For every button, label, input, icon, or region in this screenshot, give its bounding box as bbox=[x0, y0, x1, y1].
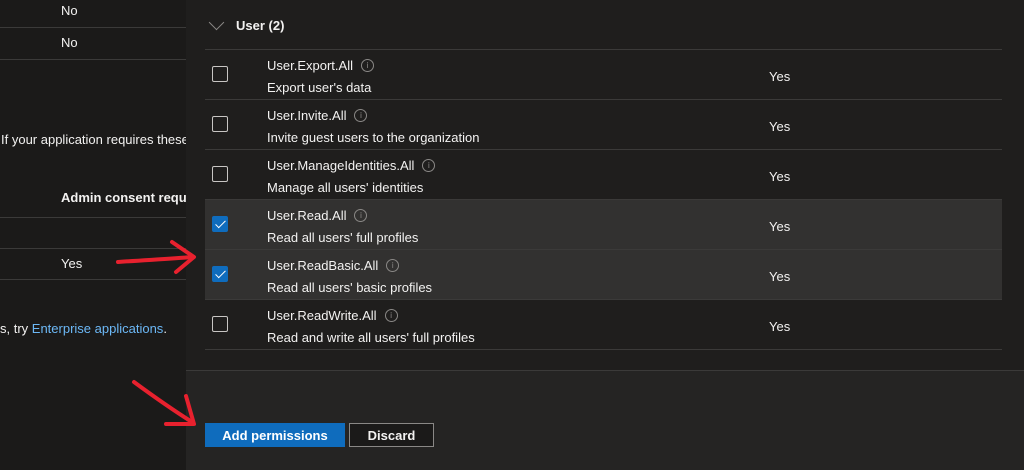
permission-row-user-invite-all[interactable]: User.Invite.All i Invite guest users to t… bbox=[205, 100, 1002, 150]
info-icon[interactable]: i bbox=[422, 159, 436, 172]
checkbox-user-manageidentities-all[interactable] bbox=[212, 166, 228, 182]
permission-description: Read all users' basic profiles bbox=[267, 280, 433, 295]
background-table-row: No bbox=[0, 28, 186, 60]
requires-description-text: If your application requires these bbox=[1, 132, 186, 147]
permission-row-user-manageidentities-all[interactable]: User.ManageIdentities.All i Manage all us… bbox=[205, 150, 1002, 200]
info-icon[interactable]: i bbox=[386, 259, 400, 272]
permissions-list-area: User (2) User.Export.All i Export user's … bbox=[186, 0, 1024, 371]
permission-row-user-export-all[interactable]: User.Export.All i Export user's data Yes bbox=[205, 50, 1002, 100]
checkbox-user-export-all[interactable] bbox=[212, 66, 228, 82]
background-table-row: No bbox=[0, 0, 186, 28]
admin-consent-value: Yes bbox=[769, 219, 791, 234]
chevron-down-icon[interactable] bbox=[208, 14, 225, 30]
checkbox-user-invite-all[interactable] bbox=[212, 116, 228, 132]
permission-name-text: User.ReadBasic.All bbox=[267, 258, 379, 273]
permission-name-text: User.ManageIdentities.All bbox=[267, 158, 415, 173]
permission-description: Invite guest users to the organization bbox=[267, 130, 480, 145]
admin-consent-value: Yes bbox=[769, 269, 791, 284]
user-group-header[interactable]: User (2) bbox=[208, 12, 285, 38]
permission-name-text: User.ReadWrite.All bbox=[267, 308, 377, 323]
permission-name: User.Invite.All i bbox=[267, 108, 368, 123]
add-permissions-button[interactable]: Add permissions bbox=[205, 423, 345, 447]
permission-description: Read all users' full profiles bbox=[267, 230, 419, 245]
permission-row-user-readbasic-all[interactable]: User.ReadBasic.All i Read all users' basi… bbox=[205, 250, 1002, 300]
info-icon[interactable]: i bbox=[354, 109, 368, 122]
group-label: User (2) bbox=[236, 17, 285, 33]
row-value: No bbox=[61, 35, 78, 50]
checkbox-user-read-all[interactable] bbox=[212, 216, 228, 232]
try-text: s, try bbox=[0, 321, 32, 336]
row-value: No bbox=[61, 3, 78, 18]
permission-name-text: User.Invite.All bbox=[267, 108, 347, 123]
checkbox-user-readwrite-all[interactable] bbox=[212, 316, 228, 332]
permission-description: Manage all users' identities bbox=[267, 180, 424, 195]
info-icon[interactable]: i bbox=[360, 59, 374, 72]
admin-consent-value: Yes bbox=[769, 319, 791, 334]
permission-name: User.ManageIdentities.All i bbox=[267, 158, 436, 173]
annotation-arrow-icon bbox=[132, 380, 196, 426]
enterprise-apps-hint: s, try Enterprise applications. bbox=[0, 321, 167, 336]
background-table-header-row bbox=[0, 186, 186, 218]
info-icon[interactable]: i bbox=[354, 209, 368, 222]
info-icon[interactable]: i bbox=[384, 309, 398, 322]
permission-name-text: User.Read.All bbox=[267, 208, 347, 223]
permission-name-text: User.Export.All bbox=[267, 58, 353, 73]
request-permissions-panel: User (2) User.Export.All i Export user's … bbox=[186, 0, 1024, 470]
permission-description: Read and write all users' full profiles bbox=[267, 330, 475, 345]
discard-button[interactable]: Discard bbox=[349, 423, 434, 447]
enterprise-applications-link[interactable]: Enterprise applications bbox=[32, 321, 164, 336]
period-text: . bbox=[163, 321, 167, 336]
permission-row-user-readwrite-all[interactable]: User.ReadWrite.All i Read and write all u… bbox=[205, 300, 1002, 350]
permission-name: User.ReadBasic.All i bbox=[267, 258, 400, 273]
permission-list: User.Export.All i Export user's data Yes … bbox=[205, 49, 1002, 350]
admin-consent-value: Yes bbox=[769, 69, 791, 84]
annotation-arrow-icon bbox=[116, 240, 196, 274]
permission-name: User.Export.All i bbox=[267, 58, 374, 73]
admin-consent-value: Yes bbox=[769, 169, 791, 184]
permission-row-user-read-all[interactable]: User.Read.All i Read all users' full prof… bbox=[205, 200, 1002, 250]
admin-consent-value: Yes bbox=[769, 119, 791, 134]
permission-name: User.ReadWrite.All i bbox=[267, 308, 398, 323]
checkbox-user-readbasic-all[interactable] bbox=[212, 266, 228, 282]
permission-name: User.Read.All i bbox=[267, 208, 368, 223]
row-value: Yes bbox=[61, 256, 83, 271]
permission-description: Export user's data bbox=[267, 80, 372, 95]
